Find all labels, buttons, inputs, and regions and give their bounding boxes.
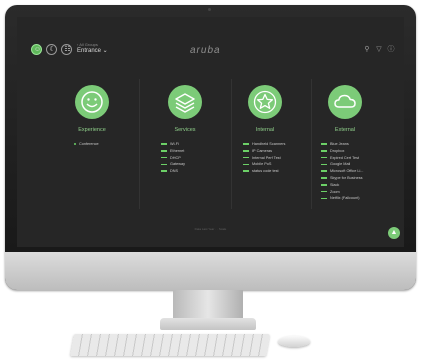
list-item[interactable]: Zoom — [321, 189, 391, 196]
camera — [208, 8, 211, 11]
status-bar — [321, 170, 327, 172]
status-bar — [161, 163, 167, 166]
category-title: Services — [174, 127, 196, 133]
status-bar — [321, 197, 327, 200]
smiley-icon — [81, 91, 103, 113]
status-bar — [243, 163, 249, 166]
item-label: IP Cameras — [252, 148, 272, 153]
account-icon: ☺ — [33, 46, 42, 53]
status-bar — [161, 170, 167, 172]
category-services[interactable]: Services Wi-Fi Ethernet DHCP Gateway DNS — [141, 79, 229, 209]
category-title: External — [334, 127, 356, 133]
list-item[interactable]: Microsoft Office Li... — [321, 168, 391, 175]
layers-icon — [175, 93, 195, 113]
status-bar — [243, 143, 249, 145]
status-bar — [321, 190, 327, 193]
item-label: Netflix (Fallcount) — [330, 196, 360, 201]
status-bar — [243, 156, 249, 159]
category-tile-services[interactable] — [168, 85, 202, 119]
filter-icon[interactable]: ▽ — [374, 45, 384, 55]
category-tile-experience[interactable] — [75, 85, 109, 119]
list-item[interactable]: Google Mail — [321, 161, 391, 168]
category-internal[interactable]: Internal Handheld Scanners IP Cameras In… — [221, 79, 309, 209]
search-icon[interactable]: ⚲ — [362, 45, 372, 55]
item-label: Gateway — [170, 162, 185, 167]
item-label: DHCP — [170, 155, 181, 160]
status-bar — [321, 163, 327, 166]
divider — [139, 79, 140, 209]
monitor-chin — [5, 252, 416, 290]
category-title: Internal — [255, 127, 275, 133]
footer-status: Data Last Year · · Scale — [194, 227, 227, 231]
item-label: Google Mail — [330, 162, 351, 167]
keyboard — [70, 334, 270, 356]
item-label: Skype for Business — [330, 175, 363, 180]
info-icon[interactable]: ⓘ — [386, 45, 396, 55]
list-item[interactable]: Skype for Business — [321, 175, 391, 182]
monitor: ☺ ☾ ☷ ‹ All Groups Entrance ⌄ aruba ⚲ ▽ … — [5, 5, 416, 290]
item-label: Zoom — [330, 189, 340, 194]
brand-logo: aruba — [190, 45, 221, 56]
status-bar — [321, 177, 327, 179]
item-label: Blue Jeans — [330, 142, 349, 146]
status-bar — [161, 143, 167, 145]
status-bar — [321, 156, 327, 159]
item-label: Handheld Scanners — [252, 142, 286, 146]
category-title: Experience — [78, 127, 106, 133]
list-item[interactable]: Slack — [321, 182, 391, 189]
item-label: status code test — [252, 169, 279, 174]
item-label: Mobile PoS — [252, 162, 272, 167]
category-experience[interactable]: Experience Conference — [48, 79, 136, 209]
monitor-base — [160, 318, 256, 330]
status-bar — [321, 143, 327, 145]
mouse — [278, 336, 310, 347]
list-item[interactable]: Netflix (Fallcount) — [321, 195, 391, 202]
list-item[interactable]: Blue Jeans — [321, 141, 391, 148]
category-external[interactable]: External Blue Jeans Dropbox Expired Cert… — [301, 79, 389, 209]
moon-icon: ☾ — [49, 46, 56, 53]
item-label: Microsoft Office Li... — [330, 169, 364, 174]
status-bar — [161, 156, 167, 159]
star-icon — [253, 90, 277, 114]
item-label: Ethernet — [170, 148, 185, 153]
list-item[interactable]: Expired Cert Test — [321, 155, 391, 162]
status-dot — [74, 143, 76, 145]
status-bar — [321, 150, 327, 152]
item-label: Expired Cert Test — [330, 155, 360, 160]
status-bar — [243, 150, 249, 152]
list-item[interactable]: Dropbox — [321, 148, 391, 155]
status-bar — [321, 184, 327, 186]
chat-button[interactable]: ▲ — [388, 227, 400, 239]
item-label: Conference — [79, 142, 99, 146]
grid-button[interactable]: ☷ — [61, 44, 72, 55]
category-items: Blue Jeans Dropbox Expired Cert Test Goo… — [321, 141, 391, 202]
item-label: Slack — [330, 182, 340, 187]
app-screen: ☺ ☾ ☷ ‹ All Groups Entrance ⌄ aruba ⚲ ▽ … — [17, 17, 404, 247]
category-items: Conference — [74, 141, 144, 148]
account-button[interactable]: ☺ — [31, 44, 42, 55]
grid-icon: ☷ — [64, 46, 71, 53]
cloud-icon — [334, 94, 356, 108]
category-tile-external[interactable] — [328, 85, 362, 119]
item-label: DNS — [170, 169, 179, 174]
status-bar — [243, 170, 249, 172]
category-tile-internal[interactable] — [248, 85, 282, 119]
item-label: Wi-Fi — [170, 142, 179, 146]
list-item[interactable]: Conference — [74, 141, 144, 148]
item-label: Internal Perf Test — [252, 155, 281, 160]
status-bar — [161, 150, 167, 152]
top-bar: ☺ ☾ ☷ ‹ All Groups Entrance ⌄ aruba ⚲ ▽ … — [17, 17, 404, 57]
theme-button[interactable]: ☾ — [46, 44, 57, 55]
location-selector[interactable]: Entrance ⌄ — [77, 47, 108, 54]
chat-icon: ▲ — [390, 229, 398, 236]
item-label: Dropbox — [330, 148, 345, 153]
